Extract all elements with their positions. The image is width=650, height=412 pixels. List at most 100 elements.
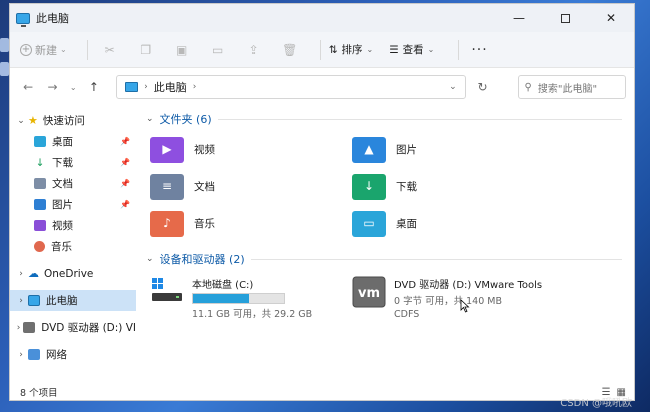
drive-usage-fill [193,294,250,303]
download-icon: ↓ [35,156,45,169]
title-bar: 此电脑 — ✕ [10,4,634,32]
folder-name: 桌面 [396,218,417,230]
desktop-icon[interactable] [0,38,9,52]
pictures-folder-icon: ▲ [352,136,386,163]
breadcrumb-separator-icon: › [144,82,148,92]
chevron-down-icon[interactable]: ⌄ [14,116,28,126]
sidebar-item-this-pc[interactable]: › 此电脑 [10,290,136,311]
svg-text:vm: vm [358,286,380,301]
sidebar-item-dvd-drive[interactable]: › DVD 驱动器 (D:) VI [10,317,136,338]
sidebar-item-music[interactable]: 音乐 [10,236,136,257]
folders-group-title: 文件夹 (6) [159,113,212,126]
toolbar-divider [86,39,88,60]
chevron-down-icon[interactable]: ⌄ [146,114,154,124]
search-placeholder: 搜索"此电脑" [537,83,598,95]
chevron-right-icon[interactable]: › [14,296,28,306]
forward-button[interactable]: → [42,80,62,94]
item-count: 8 个项目 [20,388,58,399]
sidebar-item-label: 音乐 [51,241,72,253]
new-button[interactable]: + 新建 ⌄ [20,42,67,58]
this-pc-icon [28,295,40,306]
close-button[interactable]: ✕ [588,4,634,32]
pin-icon: 📌 [120,200,130,209]
folder-music[interactable]: ♪ 音乐 [150,205,352,242]
chevron-down-icon: ⌄ [366,45,374,54]
refresh-button[interactable]: ↻ [470,80,496,94]
desktop-icon[interactable] [0,62,9,76]
navigation-pane: ⌄ ★ 快速访问 桌面 📌 ↓ 下载 📌 文档 📌 图片 📌 视频 音乐 › ☁… [10,106,136,382]
more-options-button[interactable]: ··· [471,42,487,58]
content-area: ⌄ ★ 快速访问 桌面 📌 ↓ 下载 📌 文档 📌 图片 📌 视频 音乐 › ☁… [10,106,634,382]
chevron-down-icon: ⌄ [427,45,435,54]
view-button[interactable]: ☰ 查看 ⌄ [389,42,434,57]
sidebar-item-label: 文档 [52,178,73,190]
folder-documents[interactable]: ≡ 文档 [150,168,352,205]
sidebar-item-label: OneDrive [44,267,94,280]
command-bar: + 新建 ⌄ ✂ ❐ ▣ ▭ ⇪ 🗑 ⇅ 排序 ⌄ ☰ 查看 ⌄ ··· [10,32,634,68]
documents-folder-icon: ≡ [150,173,184,200]
sidebar-item-documents[interactable]: 文档 📌 [10,173,136,194]
folder-desktop[interactable]: ▭ 桌面 [352,205,554,242]
this-pc-icon [125,82,139,92]
paste-icon[interactable]: ▣ [168,37,196,63]
vmware-dvd-icon: vm [352,276,386,308]
copy-icon[interactable]: ❐ [132,37,160,63]
delete-icon[interactable]: 🗑 [276,37,304,63]
drives-list: 本地磁盘 (C:) 11.1 GB 可用，共 29.2 GB vm DVD 驱动… [146,276,634,320]
back-button[interactable]: ← [18,80,38,94]
drive-c[interactable]: 本地磁盘 (C:) 11.1 GB 可用，共 29.2 GB [150,276,352,320]
view-label: 查看 [402,44,424,56]
group-divider [217,118,622,120]
cut-icon[interactable]: ✂ [96,37,124,63]
sort-button[interactable]: ⇅ 排序 ⌄ [329,42,374,57]
pin-icon: 📌 [120,158,130,167]
network-icon [28,349,40,360]
sidebar-item-videos[interactable]: 视频 [10,215,136,236]
folder-name: 音乐 [194,218,215,230]
drives-group-title: 设备和驱动器 (2) [159,253,245,266]
sidebar-item-pictures[interactable]: 图片 📌 [10,194,136,215]
address-bar[interactable]: › 此电脑 › ⌄ [116,75,466,99]
chevron-down-icon[interactable]: ⌄ [146,254,154,264]
sidebar-item-quick-access[interactable]: ⌄ ★ 快速访问 [10,110,136,131]
drives-group-header[interactable]: ⌄ 设备和驱动器 (2) [146,250,634,268]
music-folder-icon: ♪ [150,210,184,237]
chevron-right-icon[interactable]: › [14,269,28,279]
sidebar-item-label: DVD 驱动器 (D:) VI [41,322,136,334]
videos-folder-icon: ▶ [150,136,184,163]
mouse-cursor-icon [460,299,470,313]
sidebar-item-desktop[interactable]: 桌面 📌 [10,131,136,152]
cloud-icon: ☁ [28,267,39,280]
downloads-folder-icon: ↓ [352,173,386,200]
drive-d[interactable]: vm DVD 驱动器 (D:) VMware Tools 0 字节 可用，共 1… [352,276,554,320]
share-icon[interactable]: ⇪ [240,37,268,63]
search-box[interactable]: ⚲ 搜索"此电脑" [517,75,626,99]
folder-pictures[interactable]: ▲ 图片 [352,131,554,168]
pictures-icon [34,199,46,210]
plus-icon: + [20,43,32,56]
watermark: CSDN @哦吼欧 [560,398,632,409]
sidebar-item-label: 桌面 [52,136,73,148]
address-dropdown-icon[interactable]: ⌄ [449,82,457,92]
chevron-right-icon[interactable]: › [14,323,23,333]
folder-downloads[interactable]: ↓ 下载 [352,168,554,205]
sidebar-item-downloads[interactable]: ↓ 下载 📌 [10,152,136,173]
star-icon: ★ [28,114,38,127]
chevron-right-icon[interactable]: › [14,350,28,360]
breadcrumb-this-pc[interactable]: 此电脑 [154,79,187,95]
drive-info: 本地磁盘 (C:) 11.1 GB 可用，共 29.2 GB [192,276,312,320]
drive-space-text: 11.1 GB 可用，共 29.2 GB [192,309,313,320]
recent-locations-button[interactable]: ⌄ [67,83,80,92]
sidebar-item-label: 网络 [46,349,67,361]
maximize-button[interactable] [542,4,588,32]
rename-icon[interactable]: ▭ [204,37,232,63]
sidebar-item-network[interactable]: › 网络 [10,344,136,365]
sidebar-item-onedrive[interactable]: › ☁ OneDrive [10,263,136,284]
folders-group-header[interactable]: ⌄ 文件夹 (6) [146,110,634,128]
folder-name: 下载 [396,181,417,193]
sidebar-item-label: 图片 [52,199,73,211]
minimize-button[interactable]: — [496,4,542,32]
folder-videos[interactable]: ▶ 视频 [150,131,352,168]
up-button[interactable]: ↑ [84,80,104,94]
dvd-drive-icon [23,322,36,333]
